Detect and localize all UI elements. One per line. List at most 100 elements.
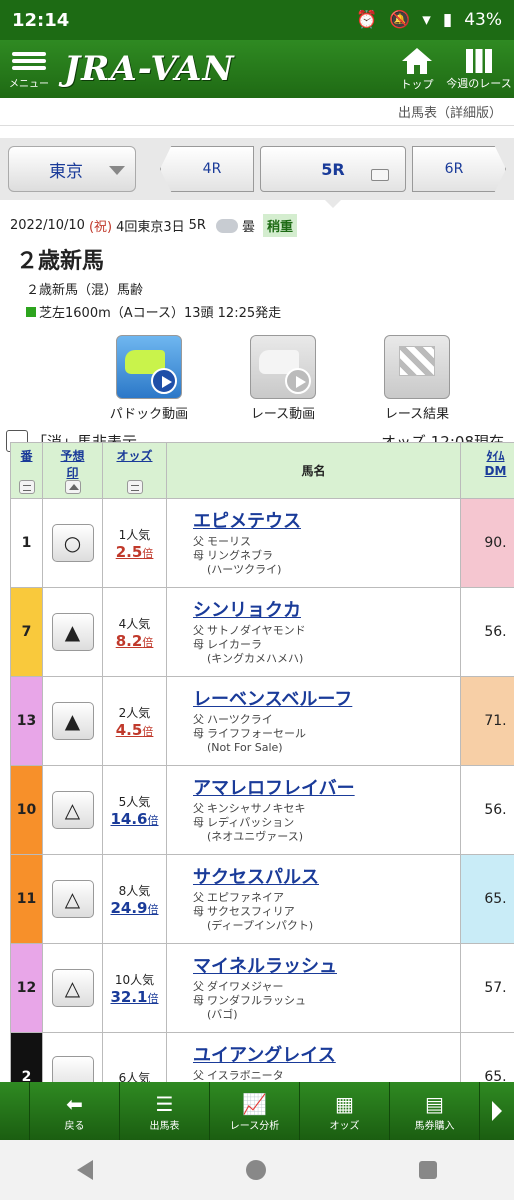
going-badge: 稍重: [262, 214, 297, 237]
status-time: 12:14: [12, 9, 70, 31]
horse-row: 12 △ 10人気 32.1倍 マイネルラッシュ父ダイワメジャー母ワンダフルラッシュ (バ…: [10, 943, 514, 1033]
time-dm-value: 65.: [460, 854, 514, 944]
popularity-rank: 2人気: [118, 705, 151, 720]
prediction-mark-button[interactable]: ▲: [51, 702, 94, 740]
broodmare-sire: (ハーツクライ): [207, 563, 282, 576]
mute-icon: 🔕: [389, 10, 411, 30]
venue-dropdown[interactable]: 東京: [8, 146, 136, 192]
horse-number: 2: [10, 1032, 43, 1082]
next-race-button[interactable]: 6R: [412, 146, 506, 192]
prediction-mark-button[interactable]: △: [51, 791, 94, 829]
odds-link[interactable]: 32.1倍: [110, 988, 158, 1006]
prediction-mark-button[interactable]: △: [51, 880, 94, 918]
system-home-icon[interactable]: [245, 1160, 266, 1180]
week-races-button[interactable]: 今週のレース: [444, 40, 514, 98]
selector-pointer: [325, 200, 341, 208]
alarm-icon: ⏰: [355, 10, 378, 30]
odds-link[interactable]: 14.6倍: [110, 810, 158, 828]
horse-info-cell: アマレロフレイバー父キンシャサノキセキ母レディパッション (ネオユニヴァース): [166, 765, 461, 855]
pedigree: 父ダイワメジャー母ワンダフルラッシュ (バゴ): [193, 980, 460, 1022]
system-back-icon[interactable]: [76, 1160, 93, 1180]
current-race-label: 5R: [321, 159, 345, 179]
sire-name: イスラボニータ: [207, 1069, 284, 1082]
nav-race-card[interactable]: ☰ 出馬表: [120, 1082, 210, 1140]
horse-name-link[interactable]: エピメテウス: [193, 507, 460, 533]
pedigree: 父ハーツクライ母ライフフォーセール (Not For Sale): [193, 713, 460, 755]
header-odds[interactable]: オッズ: [102, 442, 167, 499]
race-card-table: 番 予想 印 オッズ 馬名 ﾀｲﾑ DM 1 ○ 1人気 2.5倍 エピメテウス…: [10, 442, 514, 1082]
nav-race-analysis[interactable]: 📈 レース分析: [210, 1082, 300, 1140]
nav-scroll-left[interactable]: [0, 1082, 30, 1140]
horse-name-link[interactable]: サクセスパルス: [193, 863, 460, 889]
popularity-rank: 6人気: [118, 1070, 151, 1083]
odds-cell: 8人気 24.9倍: [102, 854, 167, 944]
checkered-flag-icon: [384, 335, 450, 399]
race-info: 2022/10/10 (祝) 4回東京3日 5R 曇 稍重 ２歳新馬 ２歳新馬（混…: [0, 200, 514, 321]
menu-button[interactable]: メニュー: [0, 40, 58, 98]
chevron-right-icon: [492, 1101, 502, 1121]
odds-link[interactable]: 8.2倍: [116, 632, 154, 650]
race-video-icon: [250, 335, 316, 399]
system-recents-icon[interactable]: [419, 1161, 438, 1179]
horse-row: 2 6人気 ユイアングレイス父イスラボニータ 65.: [10, 1032, 514, 1083]
header-mark[interactable]: 予想 印: [42, 442, 103, 499]
prediction-mark-button[interactable]: △: [51, 969, 94, 1007]
sort-asc-icon[interactable]: [64, 480, 81, 494]
prediction-mark-button[interactable]: ○: [51, 524, 94, 562]
pedigree: 父エピファネイア母サクセスフィリア (ディープインパクト): [193, 891, 460, 933]
horse-info-cell: マイネルラッシュ父ダイワメジャー母ワンダフルラッシュ (バゴ): [166, 943, 461, 1033]
nav-buy-ticket[interactable]: ▤ 馬券購入: [390, 1082, 480, 1140]
horse-info-cell: エピメテウス父モーリス母リングネブラ (ハーツクライ): [166, 498, 461, 588]
race-result-button[interactable]: レース結果: [372, 335, 462, 422]
sort-icon[interactable]: [18, 480, 35, 494]
pedigree: 父イスラボニータ: [193, 1069, 284, 1082]
header-time-dm[interactable]: ﾀｲﾑ DM: [460, 442, 514, 499]
race-date-line: 2022/10/10 (祝) 4回東京3日 5R 曇 稍重: [10, 214, 504, 237]
horse-name-link[interactable]: シンリョクカ: [193, 596, 460, 622]
race-meeting: 4回東京3日: [116, 220, 185, 235]
race-video-button[interactable]: レース動画: [238, 335, 328, 422]
odds-cell: 6人気: [102, 1032, 167, 1083]
horse-name-link[interactable]: レーベンスベルーフ: [193, 685, 460, 711]
time-dm-value: 56.: [460, 765, 514, 855]
nav-back[interactable]: ⬅ 戻る: [30, 1082, 120, 1140]
prediction-mark-cell: △: [42, 765, 103, 855]
prediction-mark-cell: △: [42, 854, 103, 944]
nav-more-button[interactable]: [480, 1082, 514, 1140]
horse-info-cell: レーベンスベルーフ父ハーツクライ母ライフフォーセール (Not For Sale): [166, 676, 461, 766]
time-dm-value: 71.: [460, 676, 514, 766]
week-label: 今週のレース: [446, 77, 512, 90]
odds-link[interactable]: 4.5倍: [116, 721, 154, 739]
odds-icon: ▦: [335, 1091, 354, 1116]
horse-row: 7 ▲ 4人気 8.2倍 シンリョクカ父サトノダイヤモンド母レイカーラ (キングカメハメハ…: [10, 587, 514, 677]
odds-link[interactable]: 2.5倍: [116, 543, 154, 561]
paddock-video-button[interactable]: パドック動画: [104, 335, 194, 422]
horse-name-link[interactable]: アマレロフレイバー: [193, 774, 460, 800]
sort-icon[interactable]: [126, 480, 143, 494]
horse-name-link[interactable]: マイネルラッシュ: [193, 952, 460, 978]
horse-name-link[interactable]: ユイアングレイス: [193, 1041, 460, 1067]
dam-name: レディパッション: [207, 816, 295, 829]
prev-race-button[interactable]: 4R: [160, 146, 254, 192]
dam-name: ワンダフルラッシュ: [207, 994, 306, 1007]
header-number[interactable]: 番: [10, 442, 43, 499]
horse-info-cell: ユイアングレイス父イスラボニータ: [166, 1032, 461, 1082]
prediction-mark-button[interactable]: ▲: [51, 613, 94, 651]
prediction-mark-button[interactable]: [51, 1056, 94, 1082]
race-result-label: レース結果: [384, 407, 450, 422]
next-race-label: 6R: [444, 161, 464, 177]
current-race-button[interactable]: 5R: [260, 146, 406, 192]
odds-link[interactable]: 24.9倍: [110, 899, 158, 917]
time-dm-value: 56.: [460, 587, 514, 677]
odds-cell: 2人気 4.5倍: [102, 676, 167, 766]
odds-cell: 5人気 14.6倍: [102, 765, 167, 855]
cloud-icon: [215, 218, 238, 233]
broodmare-sire: (バゴ): [207, 1008, 238, 1021]
turf-icon: [26, 306, 36, 317]
jra-van-logo: JRA-VAN: [64, 49, 235, 89]
prediction-mark-cell: [42, 1032, 103, 1082]
nav-odds[interactable]: ▦ オッズ: [300, 1082, 390, 1140]
system-nav-bar: [0, 1140, 514, 1200]
race-name: ２歳新馬: [16, 249, 105, 274]
top-button[interactable]: トップ: [392, 40, 442, 98]
